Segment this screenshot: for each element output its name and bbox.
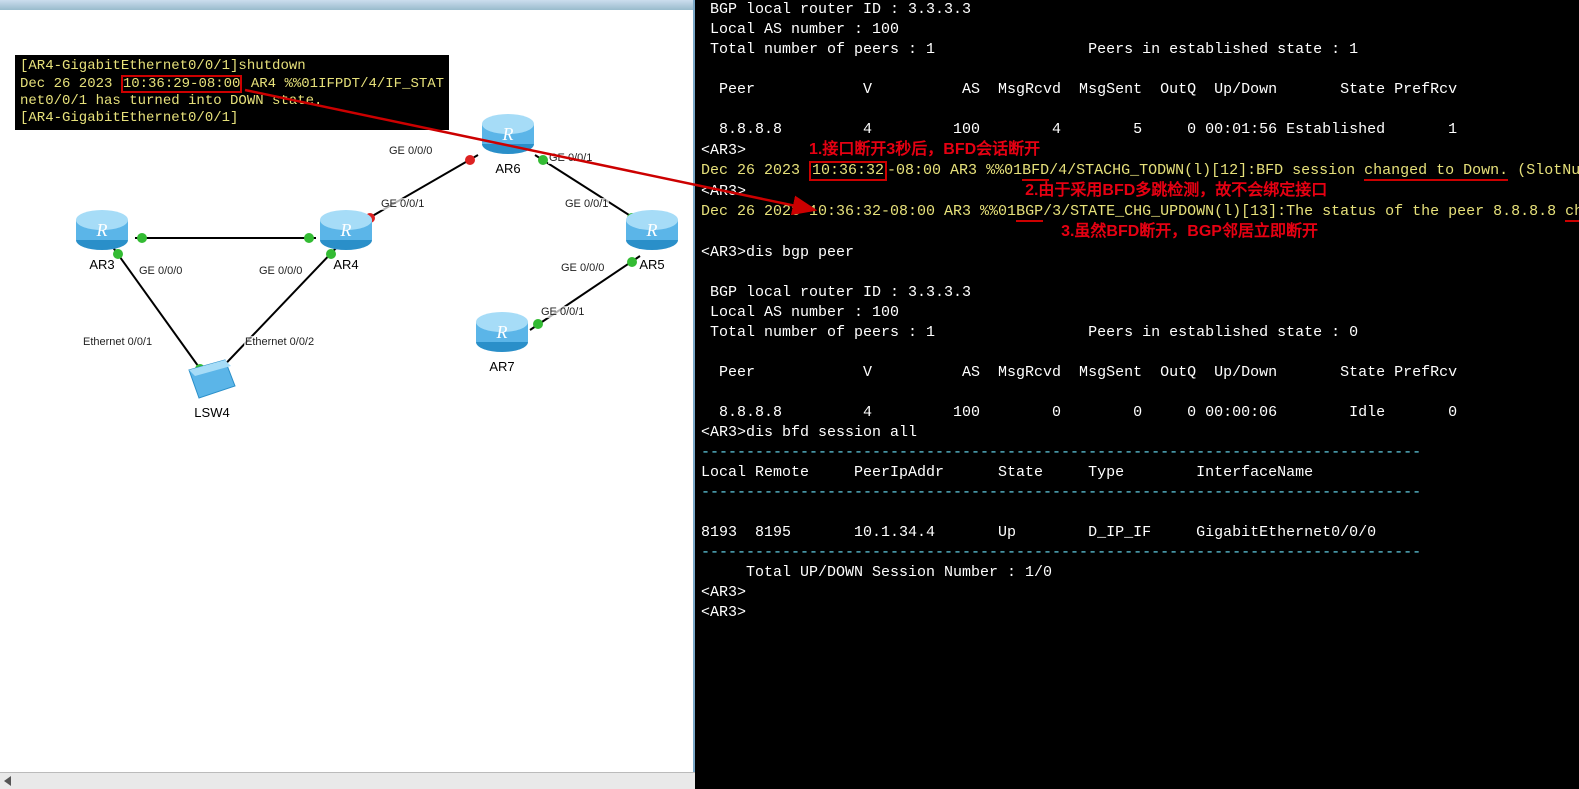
- window-titlebar: [0, 0, 693, 10]
- switch-LSW4[interactable]: LSW4: [182, 358, 242, 420]
- svg-text:R: R: [340, 220, 352, 240]
- svg-text:R: R: [496, 322, 508, 342]
- timestamp-highlight-left: 10:36:29-08:00: [121, 75, 243, 93]
- iflabel: GE 0/0/1: [380, 198, 425, 210]
- iflabel: Ethernet 0/0/1: [82, 336, 153, 348]
- ar3-terminal[interactable]: BGP local router ID : 3.3.3.3 Local AS n…: [695, 0, 1579, 789]
- topology-panel[interactable]: [AR4-GigabitEthernet0/0/1]shutdown Dec 2…: [0, 0, 695, 789]
- iflabel: Ethernet 0/0/2: [244, 336, 315, 348]
- svg-text:R: R: [502, 124, 514, 144]
- annotation-2: 2.由于采用BFD多跳检测，故不会绑定接口: [1025, 182, 1327, 199]
- h-scrollbar[interactable]: [0, 772, 695, 789]
- annotation-1: 1.接口断开3秒后，BFD会话断开: [809, 141, 1040, 158]
- iflabel: GE 0/0/0: [560, 262, 605, 274]
- svg-text:R: R: [646, 220, 658, 240]
- timestamp-highlight-right: 10:36:32: [809, 161, 887, 181]
- iflabel: GE 0/0/1: [540, 306, 585, 318]
- router-AR5[interactable]: R AR5: [622, 208, 682, 272]
- iflabel: GE 0/0/1: [548, 152, 593, 164]
- iflabel: GE 0/0/0: [258, 265, 303, 277]
- router-AR4[interactable]: R AR4: [316, 208, 376, 272]
- iflabel: GE 0/0/1: [564, 198, 609, 210]
- router-AR7[interactable]: R AR7: [472, 310, 532, 374]
- annotation-3: 3.虽然BFD断开，BGP邻居立即断开: [1061, 223, 1318, 240]
- router-AR3[interactable]: R AR3: [72, 208, 132, 272]
- iflabel: GE 0/0/0: [138, 265, 183, 277]
- router-AR6[interactable]: R AR6: [478, 112, 538, 176]
- ar4-cli-log: [AR4-GigabitEthernet0/0/1]shutdown Dec 2…: [15, 55, 449, 130]
- svg-text:R: R: [96, 220, 108, 240]
- iflabel: GE 0/0/0: [388, 145, 433, 157]
